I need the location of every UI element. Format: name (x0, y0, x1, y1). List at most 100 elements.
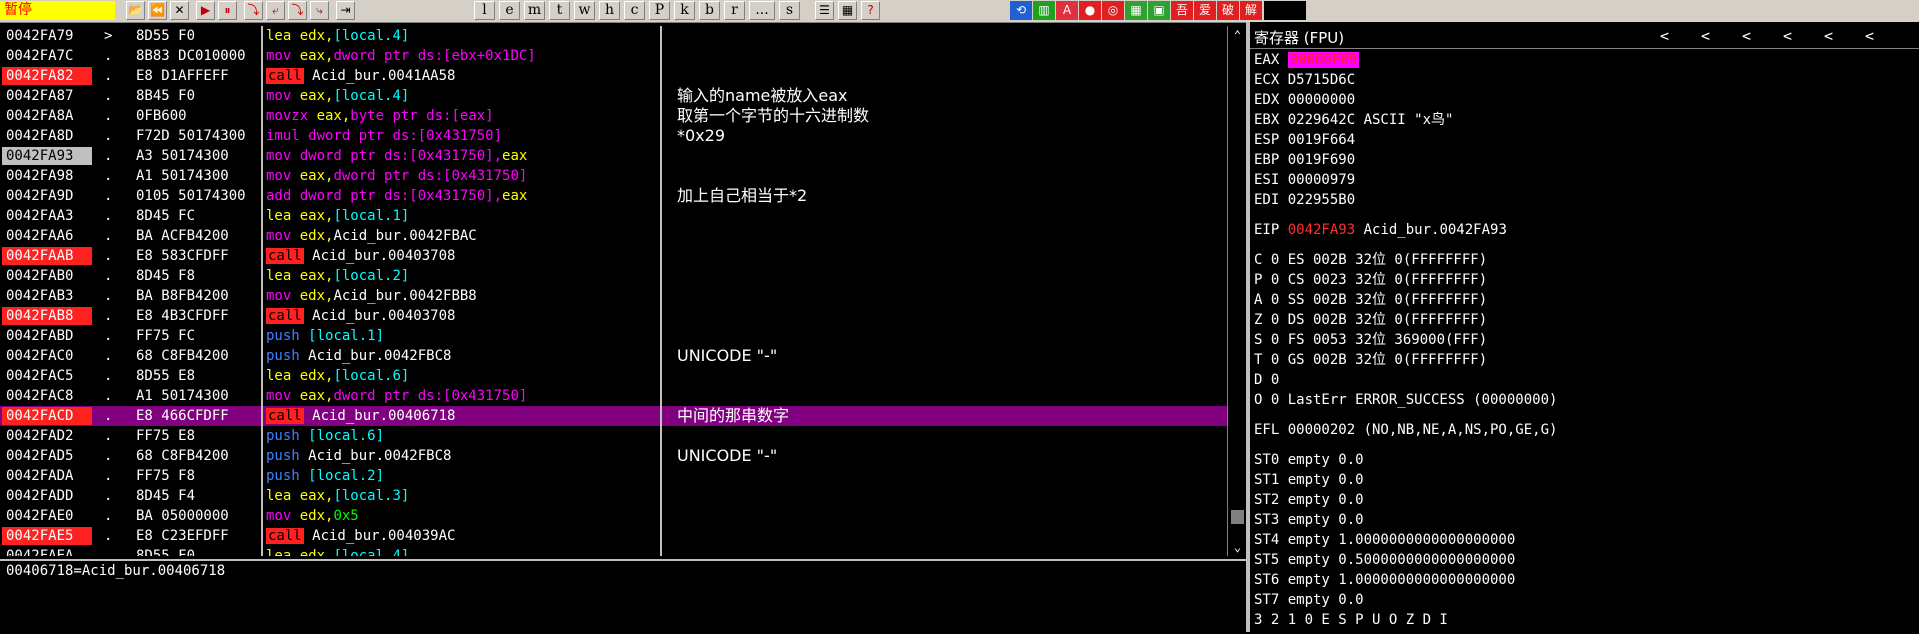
address-cell[interactable]: 0042FA82 (2, 67, 92, 85)
toolbar-plugin-icon[interactable]: ▥ (1033, 1, 1055, 20)
address-cell[interactable]: 0042FA87 (2, 87, 92, 105)
asm-cell[interactable]: lea edx,[local.4] (266, 26, 658, 46)
scroll-up-icon[interactable]: ⌃ (1230, 28, 1245, 42)
address-cell[interactable]: 0042FA9D (2, 187, 92, 205)
hex-bytes-cell[interactable]: E8 583CFDFF (136, 246, 258, 266)
disasm-row[interactable]: 0042FA87. 8B45 F0 mov eax,[local.4] 输入的name… (0, 86, 1246, 106)
nav-arrow-icon[interactable]: < (1783, 27, 1792, 45)
register-line[interactable]: O 0 LastErr ERROR_SUCCESS (00000000) (1254, 390, 1557, 410)
disasm-row[interactable]: 0042FAD5. 68 C8FB4200 push Acid_bur.0042FB… (0, 446, 1246, 466)
hex-bytes-cell[interactable]: 8D55 E8 (136, 366, 258, 386)
asm-cell[interactable]: mov eax,dword ptr ds:[ebx+0x1DC] (266, 46, 658, 66)
comment-cell[interactable]: 加上自己相当于*2 (677, 186, 807, 206)
register-line[interactable]: EIP 0042FA93 Acid_bur.0042FA93 (1254, 220, 1507, 240)
hex-bytes-cell[interactable]: 0105 50174300 (136, 186, 258, 206)
nav-arrow-icon[interactable]: < (1865, 27, 1874, 45)
hex-bytes-cell[interactable]: E8 D1AFFEFF (136, 66, 258, 86)
hex-bytes-cell[interactable]: FF75 E8 (136, 426, 258, 446)
comment-cell[interactable]: 取第一个字节的十六进制数 (677, 106, 869, 126)
toolbar-plugin-icon[interactable]: 爱 (1194, 1, 1216, 20)
disasm-row[interactable]: 0042FA82. E8 D1AFFEFF call Acid_bur.0041AA… (0, 66, 1246, 86)
address-cell[interactable]: 0042FAC8 (2, 387, 92, 405)
register-line[interactable]: ST3 empty 0.0 (1254, 510, 1364, 530)
disasm-row[interactable]: 0042FA8D. F72D 50174300 imul dword ptr ds:… (0, 126, 1246, 146)
disasm-row[interactable]: 0042FAAB. E8 583CFDFF call Acid_bur.004037… (0, 246, 1246, 266)
address-cell[interactable]: 0042FAC5 (2, 367, 92, 385)
address-cell[interactable]: 0042FA79 (2, 27, 92, 45)
toolbar-letter-button[interactable]: b (699, 1, 720, 20)
address-cell[interactable]: 0042FADA (2, 467, 92, 485)
scroll-thumb[interactable] (1231, 510, 1244, 524)
toolbar-plugin-icon[interactable]: ◎ (1102, 1, 1124, 20)
toolbar-letter-button[interactable]: c (624, 1, 645, 20)
asm-cell[interactable]: call Acid_bur.00403708 (266, 246, 658, 266)
asm-cell[interactable]: add dword ptr ds:[0x431750],eax (266, 186, 658, 206)
register-line[interactable]: EFL 00000202 (NO,NB,NE,A,NS,PO,GE,G) (1254, 420, 1557, 440)
asm-cell[interactable]: push [local.1] (266, 326, 658, 346)
hex-bytes-cell[interactable]: 68 C8FB4200 (136, 446, 258, 466)
disasm-row[interactable]: 0042FA79 >8D55 F0 lea edx,[local.4] (0, 26, 1246, 46)
register-line[interactable]: T 0 GS 002B 32位 0(FFFFFFFF) (1254, 350, 1487, 370)
toolbar-button[interactable]: ⤷ (310, 1, 329, 20)
register-line[interactable]: ST2 empty 0.0 (1254, 490, 1364, 510)
asm-cell[interactable]: mov eax,[local.4] (266, 86, 658, 106)
hex-bytes-cell[interactable]: E8 466CFDFF (136, 406, 258, 426)
disasm-row[interactable]: 0042FADD. 8D45 F4 lea eax,[local.3] (0, 486, 1246, 506)
disasm-row[interactable]: 0042FAA3. 8D45 FC lea eax,[local.1] (0, 206, 1246, 226)
comment-cell[interactable]: UNICODE "-" (677, 346, 777, 366)
register-line[interactable]: ST5 empty 0.5000000000000000000 (1254, 550, 1515, 570)
asm-cell[interactable]: lea edx,[local.4] (266, 546, 658, 556)
register-line[interactable]: S 0 FS 0053 32位 369000(FFF) (1254, 330, 1487, 350)
toolbar-letter-button[interactable]: l (474, 1, 495, 20)
address-cell[interactable]: 0042FAE0 (2, 507, 92, 525)
toolbar-tool-button[interactable]: ☰ (815, 1, 834, 20)
register-line[interactable]: ST0 empty 0.0 (1254, 450, 1364, 470)
asm-cell[interactable]: call Acid_bur.004039AC (266, 526, 658, 546)
address-cell[interactable]: 0042FA8A (2, 107, 92, 125)
hex-bytes-cell[interactable]: F72D 50174300 (136, 126, 258, 146)
register-line[interactable]: 3 2 1 0 E S P U O Z D I (1254, 610, 1448, 630)
toolbar-plugin-icon[interactable]: ● (1079, 1, 1101, 20)
register-line[interactable]: Z 0 DS 002B 32位 0(FFFFFFFF) (1254, 310, 1487, 330)
toolbar-letter-button[interactable]: m (524, 1, 545, 20)
comment-cell[interactable]: 输入的name被放入eax (677, 86, 848, 106)
register-line[interactable]: ST1 empty 0.0 (1254, 470, 1364, 490)
hex-bytes-cell[interactable]: E8 C23EFDFF (136, 526, 258, 546)
disasm-row[interactable]: 0042FAE0. BA 05000000 mov edx,0x5 (0, 506, 1246, 526)
register-line[interactable]: EDI 022955B0 (1254, 190, 1355, 210)
address-cell[interactable]: 0042FAB3 (2, 287, 92, 305)
asm-cell[interactable]: movzx eax,byte ptr ds:[eax] (266, 106, 658, 126)
hex-bytes-cell[interactable]: BA ACFB4200 (136, 226, 258, 246)
toolbar-button[interactable]: 📂 (126, 1, 145, 20)
hex-bytes-cell[interactable]: 8B45 F0 (136, 86, 258, 106)
disasm-row[interactable]: 0042FAC8. A1 50174300 mov eax,dword ptr ds… (0, 386, 1246, 406)
asm-cell[interactable]: push [local.2] (266, 466, 658, 486)
disasm-row[interactable]: 0042FAA6. BA ACFB4200 mov edx,Acid_bur.004… (0, 226, 1246, 246)
address-cell[interactable]: 0042FADD (2, 487, 92, 505)
asm-cell[interactable]: mov dword ptr ds:[0x431750],eax (266, 146, 658, 166)
address-cell[interactable]: 0042FAC0 (2, 347, 92, 365)
disasm-row[interactable]: 0042FA7C. 8B83 DC010000 mov eax,dword ptr … (0, 46, 1246, 66)
toolbar-letter-button[interactable]: e (499, 1, 520, 20)
register-line[interactable]: P 0 CS 0023 32位 0(FFFFFFFF) (1254, 270, 1487, 290)
register-line[interactable]: ESP 0019F664 (1254, 130, 1355, 150)
toolbar-button[interactable]: ⤵ (244, 1, 263, 20)
nav-arrow-icon[interactable]: < (1701, 27, 1710, 45)
asm-cell[interactable]: push [local.6] (266, 426, 658, 446)
disasm-row[interactable]: 0042FA8A. 0FB600 movzx eax,byte ptr ds:[ea… (0, 106, 1246, 126)
comment-cell[interactable]: UNICODE "-" (677, 446, 777, 466)
nav-arrow-icon[interactable]: < (1742, 27, 1751, 45)
register-line[interactable]: D 0 (1254, 370, 1279, 390)
asm-cell[interactable]: lea edx,[local.6] (266, 366, 658, 386)
toolbar-button[interactable]: ⏸ (218, 1, 237, 20)
column-divider[interactable] (660, 26, 662, 556)
toolbar-button[interactable]: ✕ (170, 1, 189, 20)
asm-cell[interactable]: imul dword ptr ds:[0x431750] (266, 126, 658, 146)
disasm-row[interactable]: 0042FA9D. 0105 50174300 add dword ptr ds:[… (0, 186, 1246, 206)
hex-bytes-cell[interactable]: 0FB600 (136, 106, 258, 126)
disasm-row[interactable]: 0042FACD. E8 466CFDFF call Acid_bur.004067… (0, 406, 1246, 426)
toolbar-letter-button[interactable]: P (649, 1, 670, 20)
toolbar-button[interactable]: ▶ (196, 1, 215, 20)
asm-cell[interactable]: mov edx,Acid_bur.0042FBAC (266, 226, 658, 246)
toolbar-letter-button[interactable]: t (549, 1, 570, 20)
